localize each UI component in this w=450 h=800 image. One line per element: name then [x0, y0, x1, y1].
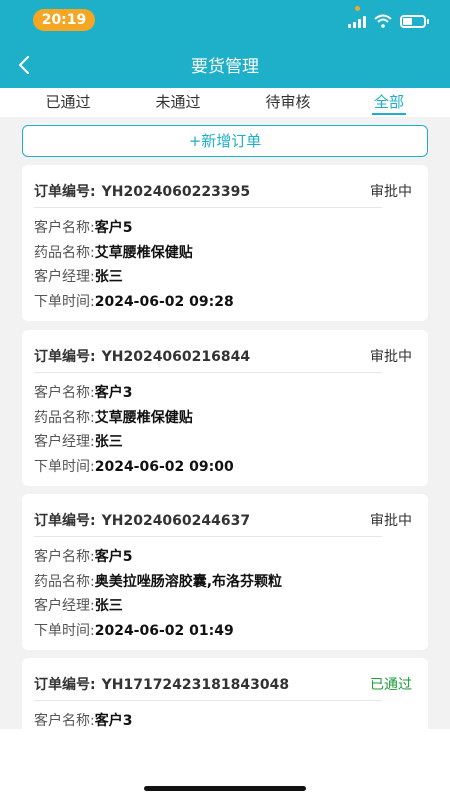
manager-row: 客户经理:张三 — [34, 269, 123, 285]
time-row: 下单时间:2024-06-02 09:00 — [34, 459, 234, 475]
order-status: 审批中 — [370, 513, 412, 529]
order-card[interactable]: 订单编号: YH2024060216844 审批中 客户名称:客户3 药品名称:艾… — [22, 330, 428, 486]
divider — [34, 207, 382, 208]
order-card[interactable]: 订单编号: YH2024060244637 审批中 客户名称:客户5 药品名称:奥… — [22, 494, 428, 650]
order-status: 审批中 — [370, 184, 412, 200]
drug-row: 药品名称:艾草腰椎保健贴 — [34, 410, 193, 426]
order-number: 订单编号: YH2024060216844 — [34, 349, 251, 365]
bottom-area — [0, 729, 450, 800]
manager-row: 客户经理:张三 — [34, 598, 123, 614]
order-card[interactable]: 订单编号: YH2024060223395 审批中 客户名称:客户5 药品名称:艾… — [22, 165, 428, 321]
active-tab-indicator — [372, 113, 406, 115]
filter-tabs: 已通过 未通过 待审核 全部 — [0, 88, 450, 117]
customer-row: 客户名称:客户5 — [34, 549, 133, 565]
app-header: 20:19 要货管理 — [0, 0, 450, 88]
drug-row: 药品名称:艾草腰椎保健贴 — [34, 245, 193, 261]
order-status: 审批中 — [370, 349, 412, 365]
order-list[interactable]: +新增订单 订单编号: YH2024060223395 审批中 客户名称:客户5 … — [0, 117, 450, 729]
tab-all[interactable]: 全部 — [333, 91, 445, 112]
order-status: 已通过 — [370, 677, 412, 693]
status-bar: 20:19 — [0, 0, 450, 40]
divider — [34, 372, 382, 373]
wifi-icon — [374, 14, 392, 28]
order-number: 订单编号: YH17172423181843048 — [34, 677, 290, 693]
customer-row: 客户名称:客户5 — [34, 220, 133, 236]
time-row: 下单时间:2024-06-02 01:49 — [34, 623, 234, 639]
status-time: 20:19 — [33, 9, 95, 31]
home-indicator[interactable] — [144, 786, 306, 791]
page-title: 要货管理 — [191, 57, 259, 77]
tab-pending[interactable]: 待审核 — [232, 91, 344, 112]
battery-icon — [400, 15, 429, 28]
divider — [34, 700, 382, 701]
drug-row: 药品名称:奥美拉唑肠溶胶囊,布洛芬颗粒 — [34, 574, 283, 590]
signal-icon — [348, 16, 368, 28]
tab-rejected[interactable]: 未通过 — [122, 91, 234, 112]
manager-row: 客户经理:张三 — [34, 434, 123, 450]
order-number: 订单编号: YH2024060223395 — [34, 184, 251, 200]
tab-approved[interactable]: 已通过 — [12, 91, 124, 112]
add-order-button[interactable]: +新增订单 — [22, 125, 428, 157]
customer-row: 客户名称:客户3 — [34, 713, 133, 729]
customer-row: 客户名称:客户3 — [34, 385, 133, 401]
order-card[interactable]: 订单编号: YH17172423181843048 已通过 客户名称:客户3 — [22, 658, 428, 729]
divider — [34, 536, 382, 537]
order-number: 订单编号: YH2024060244637 — [34, 513, 251, 529]
time-row: 下单时间:2024-06-02 09:28 — [34, 294, 234, 310]
recording-dot-icon — [355, 6, 360, 11]
